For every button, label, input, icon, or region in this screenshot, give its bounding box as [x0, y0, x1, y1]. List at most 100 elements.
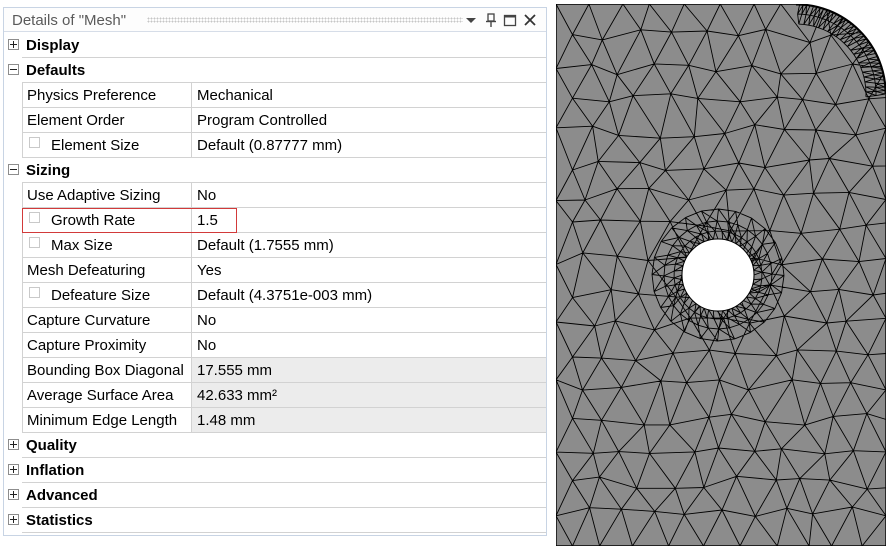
property-value-cell: 17.555 mm [192, 358, 546, 383]
expand-icon[interactable] [8, 464, 19, 475]
property-row-use-adaptive-sizing[interactable]: Use Adaptive Sizing No [4, 183, 546, 208]
property-name: Element Order [27, 112, 125, 129]
property-value: Default (0.87777 mm) [197, 137, 343, 154]
property-name-cell: Use Adaptive Sizing [22, 183, 192, 208]
property-value: 1.48 mm [197, 412, 256, 429]
pin-icon[interactable] [483, 12, 499, 28]
parameter-checkbox[interactable] [29, 212, 40, 223]
category-sizing[interactable]: Sizing [4, 158, 546, 183]
property-value-cell[interactable]: Default (4.3751e-003 mm) [192, 283, 546, 308]
property-value: 17.555 mm [197, 362, 273, 379]
divider [22, 532, 546, 533]
property-value: Default (4.3751e-003 mm) [197, 287, 373, 304]
property-name: Element Size [51, 137, 140, 154]
property-value: 1.5 [197, 212, 218, 229]
category-statistics[interactable]: Statistics [4, 508, 546, 533]
dropdown-arrow-icon[interactable] [463, 12, 479, 28]
property-value: Program Controlled [197, 112, 328, 129]
property-value-cell[interactable]: Mechanical [192, 83, 546, 108]
property-name-cell: Physics Preference [22, 83, 192, 108]
property-name-cell: Max Size [22, 233, 192, 258]
property-value-cell[interactable]: Default (1.7555 mm) [192, 233, 546, 258]
property-name: Average Surface Area [27, 387, 174, 404]
maximize-icon[interactable] [502, 12, 518, 28]
titlebar-grip[interactable] [147, 17, 463, 23]
parameter-checkbox[interactable] [29, 237, 40, 248]
category-display[interactable]: Display [4, 33, 546, 58]
category-label: Advanced [26, 487, 98, 504]
property-name-cell: Minimum Edge Length [22, 408, 192, 433]
property-value-cell[interactable]: 1.5 [192, 208, 546, 233]
expand-icon[interactable] [8, 514, 19, 525]
category-label: Display [26, 37, 80, 54]
property-value-cell[interactable]: Program Controlled [192, 108, 546, 133]
property-name-cell: Element Size [22, 133, 192, 158]
mesh-graphic [556, 4, 886, 546]
property-name-cell: Average Surface Area [22, 383, 192, 408]
property-value: No [197, 337, 217, 354]
property-value: Default (1.7555 mm) [197, 237, 334, 254]
property-value: No [197, 312, 217, 329]
property-name: Mesh Defeaturing [27, 262, 146, 279]
property-name-cell: Bounding Box Diagonal [22, 358, 192, 383]
property-row-minimum-edge-length: Minimum Edge Length 1.48 mm [4, 408, 546, 433]
property-name-cell: Growth Rate [22, 208, 192, 233]
details-titlebar: Details of "Mesh" [4, 8, 546, 32]
category-label: Inflation [26, 462, 85, 479]
property-name: Capture Proximity [27, 337, 147, 354]
expand-icon[interactable] [8, 439, 19, 450]
property-row-growth-rate[interactable]: Growth Rate 1.5 [4, 208, 546, 233]
panel-title: Details of "Mesh" [12, 12, 127, 29]
property-value-cell[interactable]: No [192, 308, 546, 333]
property-value: Yes [197, 262, 222, 279]
expand-icon[interactable] [8, 489, 19, 500]
property-name: Max Size [51, 237, 113, 254]
parameter-checkbox[interactable] [29, 137, 40, 148]
property-row-element-order[interactable]: Element Order Program Controlled [4, 108, 546, 133]
category-label: Quality [26, 437, 77, 454]
property-name: Capture Curvature [27, 312, 151, 329]
mesh-hole [681, 238, 755, 312]
property-value: No [197, 187, 217, 204]
category-label: Defaults [26, 62, 86, 79]
category-inflation[interactable]: Inflation [4, 458, 546, 483]
property-name-cell: Mesh Defeaturing [22, 258, 192, 283]
property-row-defeature-size[interactable]: Defeature Size Default (4.3751e-003 mm) [4, 283, 546, 308]
property-value-cell[interactable]: Default (0.87777 mm) [192, 133, 546, 158]
property-row-capture-curvature[interactable]: Capture Curvature No [4, 308, 546, 333]
property-row-bounding-box-diagonal: Bounding Box Diagonal 17.555 mm [4, 358, 546, 383]
property-name: Growth Rate [51, 212, 136, 229]
property-row-average-surface-area: Average Surface Area 42.633 mm² [4, 383, 546, 408]
property-name: Use Adaptive Sizing [27, 187, 161, 204]
expand-icon[interactable] [8, 39, 19, 50]
category-defaults[interactable]: Defaults [4, 58, 546, 83]
property-row-max-size[interactable]: Max Size Default (1.7555 mm) [4, 233, 546, 258]
details-panel: Details of "Mesh" Display Defaults Physi… [3, 7, 547, 536]
details-grid: Display Defaults Physics Preference Mech… [4, 33, 546, 533]
collapse-icon[interactable] [8, 164, 19, 175]
category-label: Statistics [26, 512, 93, 529]
property-row-physics-preference[interactable]: Physics Preference Mechanical [4, 83, 546, 108]
collapse-icon[interactable] [8, 64, 19, 75]
property-name-cell: Capture Curvature [22, 308, 192, 333]
close-icon[interactable] [522, 12, 538, 28]
mesh-viewport[interactable] [556, 4, 886, 546]
property-value: Mechanical [197, 87, 273, 104]
property-name-cell: Capture Proximity [22, 333, 192, 358]
property-row-capture-proximity[interactable]: Capture Proximity No [4, 333, 546, 358]
property-row-element-size[interactable]: Element Size Default (0.87777 mm) [4, 133, 546, 158]
property-value-cell[interactable]: No [192, 333, 546, 358]
category-quality[interactable]: Quality [4, 433, 546, 458]
property-value: 42.633 mm² [197, 387, 278, 404]
property-name: Defeature Size [51, 287, 151, 304]
parameter-checkbox[interactable] [29, 287, 40, 298]
property-row-mesh-defeaturing[interactable]: Mesh Defeaturing Yes [4, 258, 546, 283]
property-name: Bounding Box Diagonal [27, 362, 184, 379]
property-name-cell: Element Order [22, 108, 192, 133]
property-value-cell[interactable]: No [192, 183, 546, 208]
property-name: Minimum Edge Length [27, 412, 178, 429]
property-name: Physics Preference [27, 87, 157, 104]
category-advanced[interactable]: Advanced [4, 483, 546, 508]
category-label: Sizing [26, 162, 71, 179]
property-value-cell[interactable]: Yes [192, 258, 546, 283]
